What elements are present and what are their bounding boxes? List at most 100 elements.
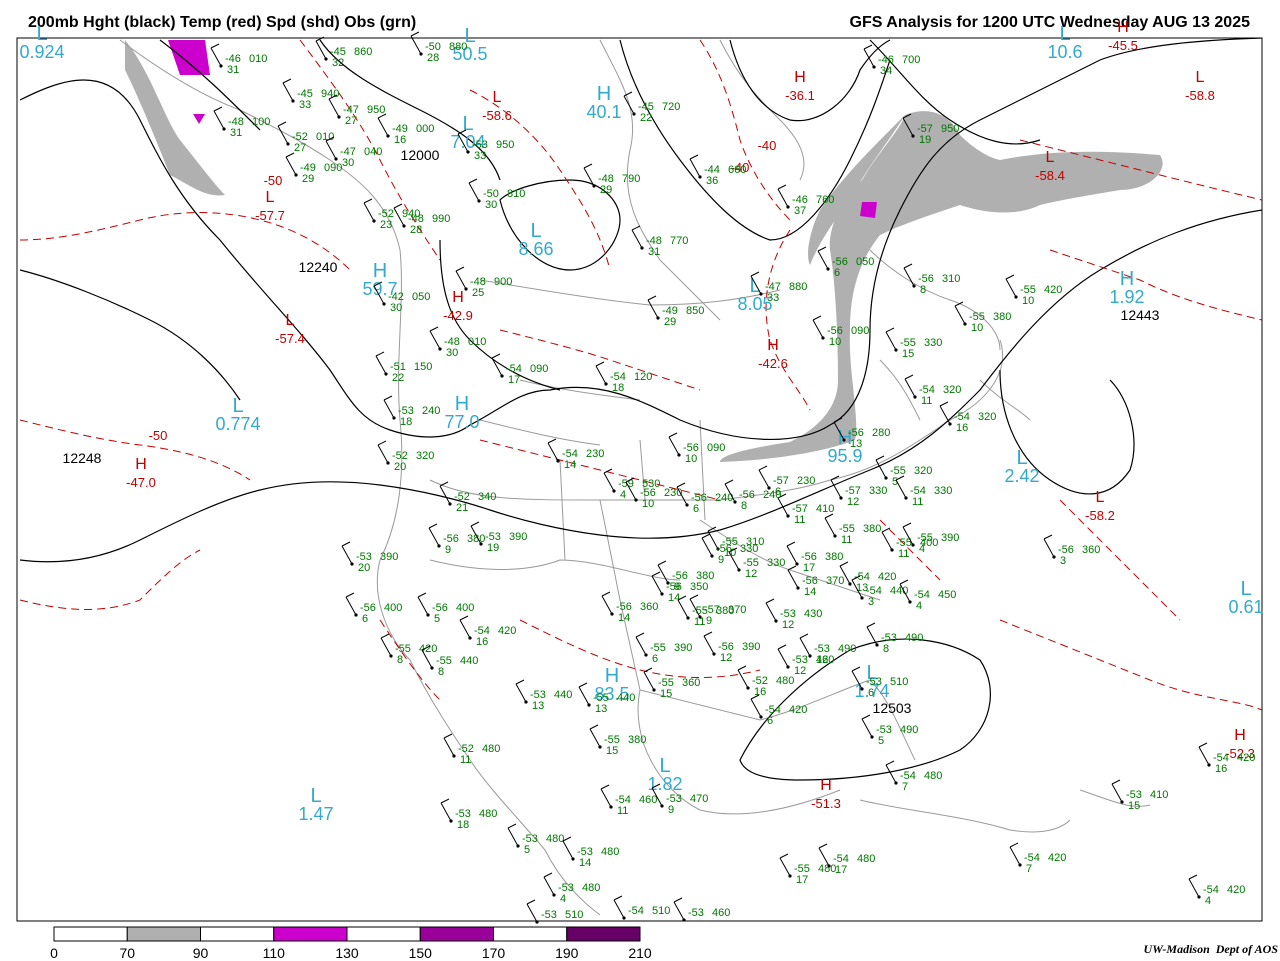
colorbar-tick-label: 0 [50,945,58,961]
wind-barb [507,827,519,847]
wind-barb-flag [1198,742,1208,748]
station-obs: -53 4905 [861,714,918,747]
center-letter: L [266,189,275,206]
wind-barb [562,840,574,860]
wind-barb [440,802,452,822]
wind-barb-flag [380,633,390,639]
colorbar-tick-label: 90 [192,945,209,961]
obs-speed: 18 [457,819,469,831]
station-obs: -52 48011 [443,733,500,766]
wind-barb [647,299,659,319]
obs-speed: 10 [642,498,654,510]
wind-barb [377,444,389,464]
obs-height: 320 [978,411,996,423]
obs-speed: 9 [445,544,451,556]
obs-height: 050 [412,291,430,303]
wind-barb [863,48,875,68]
wind-barb [895,479,907,499]
obs-height: 720 [662,101,680,113]
obs-speed: 30 [446,347,458,359]
obs-speed: 14 [804,586,816,598]
obs-height: 370 [826,575,844,587]
obs-speed: 4 [620,489,626,501]
station-obs: -56 39012 [703,631,760,664]
obs-height: 010 [316,131,334,143]
wind-barb-flag [817,246,827,252]
center-value: 40.1 [586,102,621,122]
station-obs: -49 00016 [377,113,434,146]
obs-height: 310 [942,273,960,285]
wind-barb-flag [547,438,557,444]
wind-barb [375,355,387,375]
obs-height: 880 [449,41,467,53]
obs-speed: 30 [485,199,497,211]
obs-height: 240 [763,489,781,501]
pressure-center: L -57.4 [275,312,305,346]
wind-barb-flag [363,198,373,204]
obs-speed: 11 [898,548,909,560]
wind-barb-flag [429,326,439,332]
station-obs: -52 48016 [737,665,794,698]
obs-speed: 36 [706,175,718,187]
colorbar-tick-label: 210 [628,945,652,961]
obs-height: 360 [682,677,700,689]
obs-speed: 31 [227,64,239,76]
obs-speed: 30 [390,302,402,314]
obs-speed: 11 [460,754,471,766]
obs-speed: 14 [564,459,576,471]
wind-barb-flag [613,895,623,901]
center-value: 1.92 [1109,287,1144,307]
wind-barb-flag [428,523,438,529]
colorbar-swatch [346,926,421,942]
station-obs: -55 4208 [380,633,437,666]
wind-barb [750,698,762,718]
wind-barb-flag [277,121,287,127]
station-obs: -56 37014 [787,565,844,598]
wind-barb-flag [589,724,599,730]
wind-barb [777,188,789,208]
station-obs: -54 12018 [595,361,652,394]
wind-barb-flag [851,666,861,672]
wind-barb [578,686,590,706]
obs-speed: 18 [612,382,624,394]
station-obs: -53 4908 [866,622,923,655]
obs-height: 440 [617,692,635,704]
obs-speed: 29 [302,173,314,185]
wind-barb [885,331,897,351]
colorbar-swatch [53,926,128,942]
station-obs: -54 510 [613,895,670,920]
obs-speed: 30 [342,157,354,169]
obs-speed: 7 [1026,863,1032,875]
wind-barb-flag [491,353,501,359]
wind-barb [613,899,625,919]
wind-barb-flag [689,594,699,600]
wind-barb [643,671,655,691]
center-value: -50 [149,428,168,443]
obs-height: 950 [367,104,385,116]
wind-barb-flag [213,106,223,112]
obs-speed: 3 [868,596,874,608]
obs-speed: 25 [472,287,484,299]
wind-barb-flag [765,598,775,604]
station-obs: -53 510 [526,899,583,924]
center-value: 77.0 [444,412,479,432]
center-value: -57.7 [255,208,285,223]
wind-barb [468,182,480,202]
wind-barb [651,575,663,595]
center-letter: H [794,69,806,86]
obs-speed: 16 [1215,763,1227,775]
wind-barb-flag [657,560,667,566]
center-letter: H [1117,19,1129,36]
obs-speed: 15 [660,688,672,700]
obs-height: 380 [716,605,734,617]
obs-speed: 11 [912,496,923,508]
wind-barb [491,357,503,377]
obs-height: 480 [924,770,942,782]
wind-barb [377,117,389,137]
obs-speed: 5 [878,735,884,747]
wind-barb [603,472,615,492]
wind-barb-flag [631,225,641,231]
wind-barb-flag [903,263,913,269]
obs-height: 480 [482,743,500,755]
wind-barb [341,545,353,565]
